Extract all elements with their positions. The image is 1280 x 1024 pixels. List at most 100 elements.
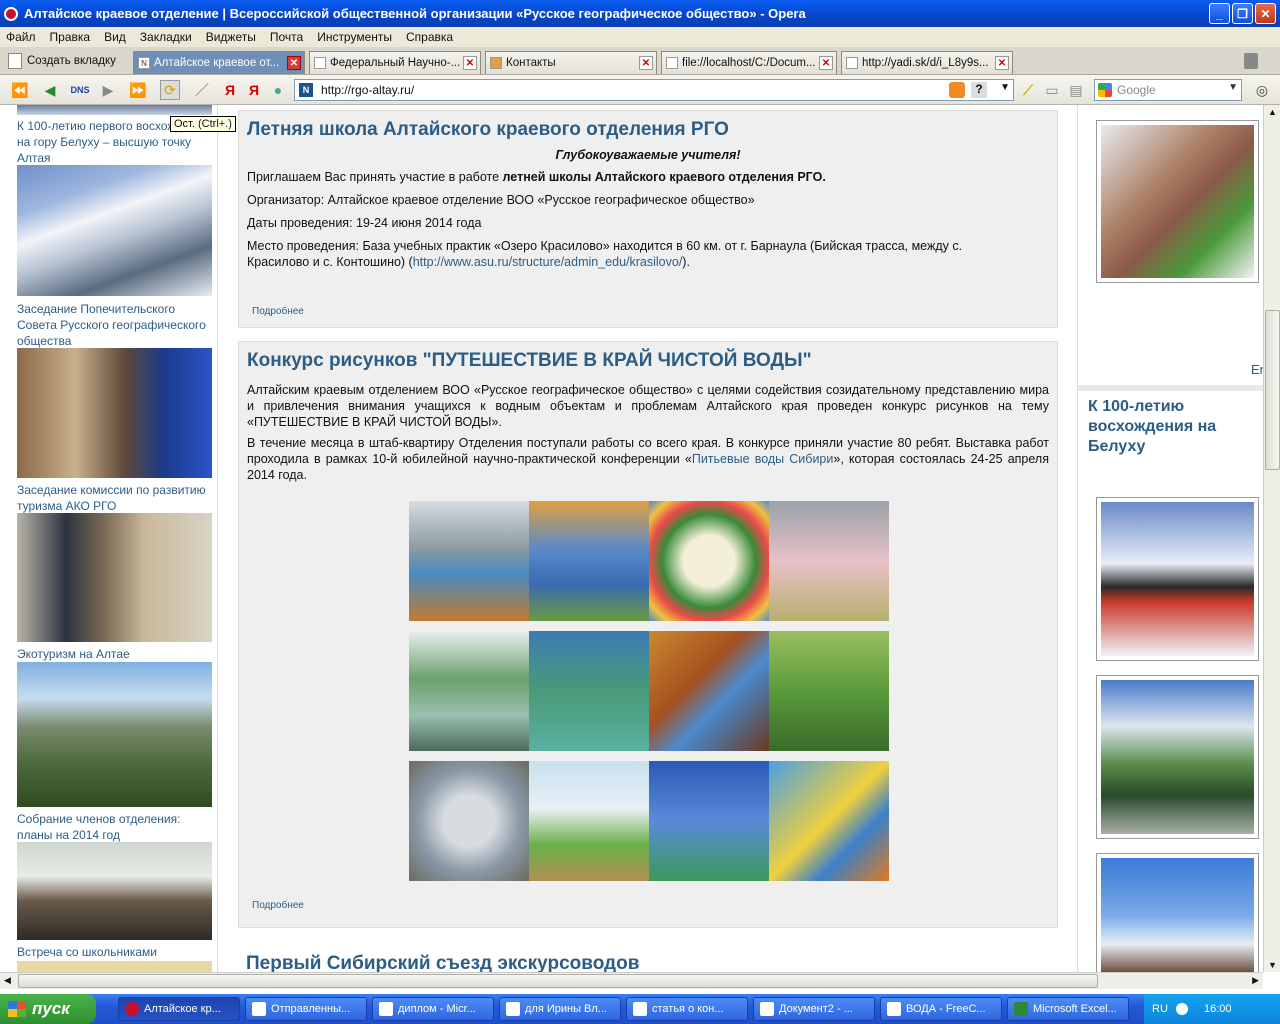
task-diploma[interactable]: диплом - Micr... bbox=[372, 997, 494, 1021]
new-tab-button[interactable]: Создать вкладку bbox=[8, 53, 116, 69]
article-title[interactable]: Конкурс рисунков "ПУТЕШЕСТВИЕ В КРАЙ ЧИС… bbox=[239, 342, 1057, 372]
menu-widgets[interactable]: Виджеты bbox=[206, 30, 256, 44]
tab-file[interactable]: file://localhost/C:/Docum... ✕ bbox=[661, 51, 837, 74]
sidebar-link-meeting[interactable]: Собрание членов отделения: планы на 2014… bbox=[17, 811, 213, 843]
google-icon[interactable]: ● bbox=[268, 80, 288, 100]
start-button[interactable]: пуск bbox=[0, 994, 96, 1024]
tab-federal[interactable]: Федеральный Научно-... ✕ bbox=[309, 51, 481, 74]
glasses-icon[interactable]: ◎ bbox=[1252, 80, 1272, 100]
language-link-en[interactable]: En bbox=[1251, 362, 1263, 377]
task-freecell[interactable]: ВОДА - FreeC... bbox=[880, 997, 1002, 1021]
panel-icon[interactable]: ▭ bbox=[1042, 80, 1062, 100]
scroll-up-icon[interactable]: ▲ bbox=[1268, 107, 1277, 117]
maximize-button[interactable]: ❐ bbox=[1232, 3, 1253, 24]
menu-view[interactable]: Вид bbox=[104, 30, 126, 44]
close-tab-icon[interactable]: ✕ bbox=[819, 56, 833, 70]
notes-icon[interactable]: ▤ bbox=[1066, 80, 1086, 100]
tab-yadisk[interactable]: http://yadi.sk/d/i_L8y9s... ✕ bbox=[841, 51, 1013, 74]
task-opera[interactable]: Алтайское кр... bbox=[118, 997, 240, 1021]
drawing-6[interactable] bbox=[529, 631, 649, 751]
close-tab-icon[interactable]: ✕ bbox=[463, 56, 477, 70]
task-sent[interactable]: Отправленны... bbox=[245, 997, 367, 1021]
network-icon[interactable] bbox=[1176, 1003, 1188, 1015]
edit-icon[interactable]: ／ bbox=[192, 80, 212, 100]
drawing-8[interactable] bbox=[769, 631, 889, 751]
minimize-button[interactable]: _ bbox=[1209, 3, 1230, 24]
climbers-photo[interactable] bbox=[1101, 502, 1254, 656]
fast-forward-icon[interactable]: ⏩ bbox=[128, 80, 148, 100]
meeting-photo[interactable] bbox=[17, 842, 212, 940]
drawing-7[interactable] bbox=[649, 631, 769, 751]
yandex-icon[interactable]: Я bbox=[220, 80, 240, 100]
task-document2[interactable]: Документ2 - ... bbox=[753, 997, 875, 1021]
petroglyph-photo[interactable] bbox=[1101, 125, 1254, 278]
horizontal-scrollbar[interactable]: ◀ ▶ bbox=[0, 972, 1263, 989]
drawing-2[interactable] bbox=[529, 501, 649, 621]
yandex-bar-icon[interactable]: Я bbox=[244, 80, 264, 100]
more-link[interactable]: Подробнее bbox=[239, 306, 304, 317]
language-indicator[interactable]: RU bbox=[1152, 1003, 1168, 1015]
close-button[interactable]: ✕ bbox=[1255, 3, 1276, 24]
tourism-photo[interactable] bbox=[17, 513, 212, 642]
menu-help[interactable]: Справка bbox=[406, 30, 453, 44]
beluha-photo[interactable] bbox=[17, 165, 212, 296]
address-bar[interactable]: N http://rgo-altay.ru/ ? ▼ bbox=[294, 79, 1014, 101]
drawing-5[interactable] bbox=[409, 631, 529, 751]
rss-icon[interactable] bbox=[949, 82, 965, 98]
close-tab-icon[interactable]: ✕ bbox=[287, 56, 301, 70]
search-field[interactable]: Google ▼ bbox=[1094, 79, 1242, 101]
article-title[interactable]: Первый Сибирский съезд экскурсоводов bbox=[238, 941, 1058, 972]
horizontal-scroll-thumb[interactable] bbox=[18, 974, 1098, 988]
close-tab-icon[interactable]: ✕ bbox=[995, 56, 1009, 70]
task-irina[interactable]: для Ирины Вл... bbox=[499, 997, 621, 1021]
rewind-icon[interactable]: ⏪ bbox=[10, 80, 30, 100]
drawing-1[interactable] bbox=[409, 501, 529, 621]
vertical-scrollbar[interactable]: ▲ ▼ bbox=[1263, 105, 1280, 972]
menu-file[interactable]: Файл bbox=[6, 30, 36, 44]
clock[interactable]: 16:00 bbox=[1204, 1003, 1232, 1015]
schoolchildren-photo[interactable] bbox=[17, 961, 212, 972]
drawing-4[interactable] bbox=[769, 501, 889, 621]
menu-mail[interactable]: Почта bbox=[270, 30, 303, 44]
help-icon[interactable]: ? bbox=[971, 82, 987, 98]
drawing-9[interactable] bbox=[409, 761, 529, 881]
more-link[interactable]: Подробнее bbox=[239, 900, 304, 911]
council-photo[interactable] bbox=[17, 348, 212, 478]
menu-tools[interactable]: Инструменты bbox=[317, 30, 392, 44]
drawing-12[interactable] bbox=[769, 761, 889, 881]
scroll-left-icon[interactable]: ◀ bbox=[4, 975, 11, 986]
sidebar-link-ecotourism[interactable]: Экотуризм на Алтае bbox=[17, 646, 213, 662]
sidebar-link-tourism[interactable]: Заседание комиссии по развитию туризма А… bbox=[17, 482, 213, 514]
summit-photo[interactable] bbox=[1101, 858, 1254, 972]
bookmark-icon[interactable]: ⟋ bbox=[1018, 80, 1038, 100]
dropdown-arrow-icon[interactable]: ▼ bbox=[1000, 82, 1010, 93]
trash-icon[interactable] bbox=[1244, 53, 1258, 69]
scroll-right-icon[interactable]: ▶ bbox=[1252, 975, 1259, 986]
scroll-down-icon[interactable]: ▼ bbox=[1268, 960, 1277, 970]
close-tab-icon[interactable]: ✕ bbox=[639, 56, 653, 70]
valley-photo[interactable] bbox=[1101, 680, 1254, 834]
forward-icon[interactable]: ▶ bbox=[98, 80, 118, 100]
tab-altai[interactable]: N Алтайское краевое от... ✕ bbox=[133, 51, 305, 74]
sidebar-link-council[interactable]: Заседание Попечительского Совета Русског… bbox=[17, 301, 213, 349]
drawing-10[interactable] bbox=[529, 761, 649, 881]
drawing-3[interactable] bbox=[649, 501, 769, 621]
menu-bookmarks[interactable]: Закладки bbox=[140, 30, 192, 44]
sidebar-link-schoolchildren[interactable]: Встреча со школьниками bbox=[17, 944, 213, 960]
menu-edit[interactable]: Правка bbox=[50, 30, 91, 44]
task-article[interactable]: статья о кон... bbox=[626, 997, 748, 1021]
drawing-11[interactable] bbox=[649, 761, 769, 881]
drinking-water-link[interactable]: Питьевые воды Сибири bbox=[692, 452, 834, 466]
sidebar-image-top[interactable] bbox=[17, 105, 212, 115]
article-title[interactable]: Летняя школа Алтайского краевого отделен… bbox=[239, 111, 1057, 141]
stop-reload-icon[interactable]: ⟳ bbox=[160, 80, 180, 100]
back-icon[interactable]: ◀ bbox=[40, 80, 60, 100]
tab-contacts[interactable]: Контакты ✕ bbox=[485, 51, 657, 74]
dns-icon[interactable]: DNS bbox=[70, 80, 90, 100]
vertical-scroll-thumb[interactable] bbox=[1265, 310, 1280, 470]
ecotourism-photo[interactable] bbox=[17, 662, 212, 807]
task-excel[interactable]: Microsoft Excel... bbox=[1007, 997, 1129, 1021]
search-dropdown-icon[interactable]: ▼ bbox=[1228, 82, 1238, 93]
krasilovo-link[interactable]: http://www.asu.ru/structure/admin_edu/kr… bbox=[413, 255, 683, 269]
right-heading[interactable]: К 100-летию восхождения на Белуху bbox=[1088, 397, 1228, 457]
